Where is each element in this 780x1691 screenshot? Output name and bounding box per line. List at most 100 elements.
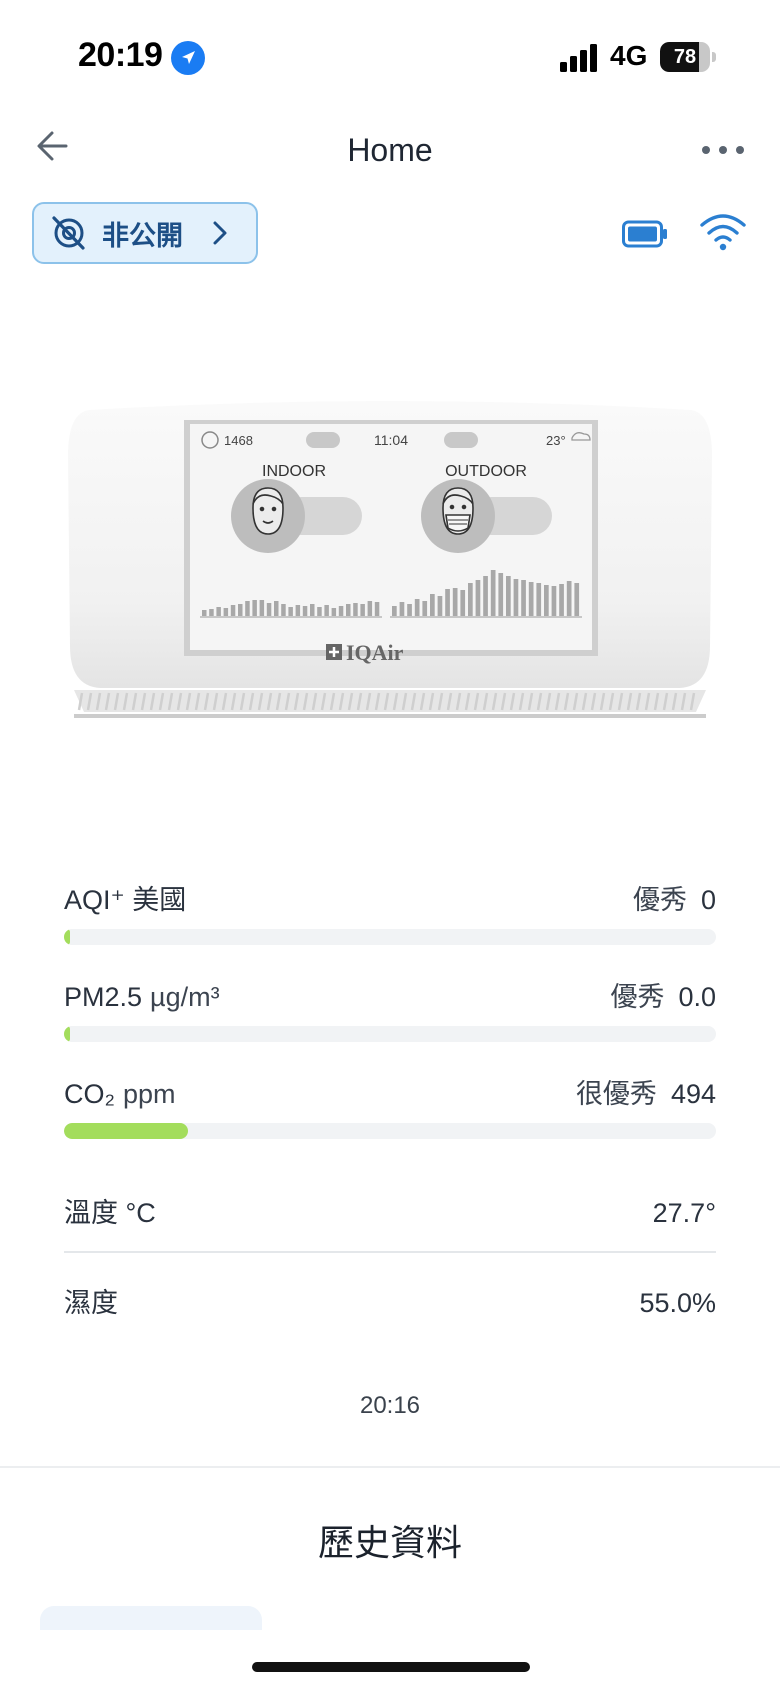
status-bar: 20:19 4G 78 — [0, 0, 780, 100]
last-updated-time: 20:16 — [359, 1392, 421, 1419]
device-battery-icon — [622, 220, 667, 248]
metric-level-fill — [64, 1026, 70, 1042]
divider — [64, 1251, 716, 1253]
humidity-value: 55.0% — [639, 1288, 716, 1318]
device-chart-bar — [551, 586, 557, 616]
device-chart-bar — [338, 606, 344, 616]
history-tab-card[interactable] — [40, 1606, 262, 1630]
device-chart-bar — [216, 607, 221, 616]
cellular-signal-icon — [560, 44, 597, 72]
device-chart-bar — [209, 609, 214, 616]
metric-pm25: PM2.5 µg/m³ 優秀 0.0 — [64, 975, 716, 1042]
home-indicator[interactable] — [252, 1662, 530, 1672]
device-chart-bar — [202, 610, 207, 616]
location-arrow-icon — [171, 41, 205, 75]
device-chart-bar — [506, 576, 511, 616]
battery-level: 78 — [673, 46, 697, 68]
history-section-title: 歷史資料 — [317, 1522, 462, 1563]
device-chart-bar — [566, 581, 572, 616]
device-chart-bar — [452, 588, 458, 616]
device-chart-bar — [360, 604, 365, 616]
more-options-icon[interactable] — [700, 138, 746, 162]
device-chart-bar — [407, 604, 412, 616]
metric-status: 很優秀 — [575, 1079, 657, 1109]
metric-status: 優秀 — [632, 885, 687, 915]
metric-value: 494 — [670, 1079, 716, 1109]
device-temp: 23° — [546, 433, 566, 448]
phone-battery-icon: 78 — [660, 42, 716, 72]
metric-unit: µg/m³ — [150, 982, 220, 1012]
device-outdoor-label: OUTDOOR — [445, 463, 527, 480]
metric-name: PM2.5 — [64, 982, 143, 1012]
device-chart-bar — [521, 580, 526, 616]
device-chart-bar — [310, 604, 315, 616]
device-indoor-label: INDOOR — [262, 463, 326, 480]
device-chart-bar — [245, 601, 250, 616]
device-chart-bar — [392, 606, 397, 616]
page-title: Home — [347, 132, 433, 168]
privacy-status-button[interactable]: 非公開 — [32, 202, 258, 264]
metric-level-bar — [64, 1123, 716, 1139]
network-type: 4G — [610, 40, 648, 71]
device-chart-bar — [281, 604, 286, 616]
device-chart-bar — [445, 589, 450, 616]
metric-value: 0.0 — [678, 982, 716, 1012]
device-chart-bar — [430, 594, 435, 616]
device-chart-bar — [288, 607, 293, 616]
device-chart-bar — [468, 583, 473, 616]
brand-logo: IQAir — [346, 640, 404, 665]
device-chart-bar — [574, 583, 580, 616]
device-chart-bar — [544, 585, 549, 616]
metric-level-bar — [64, 1026, 716, 1042]
device-chart-bar — [460, 590, 466, 616]
metric-co2: CO₂ ppm 很優秀 494 — [64, 1072, 716, 1139]
metric-temperature: 溫度 °C 27.7° — [64, 1191, 716, 1230]
device-chart-bar — [528, 582, 534, 616]
device-chart-bar — [559, 584, 564, 616]
device-chart-bar — [324, 605, 329, 616]
device-chart-bar — [317, 607, 322, 616]
wifi-icon — [700, 214, 746, 251]
device-chart-bar — [475, 580, 481, 616]
device-chart-bar — [295, 605, 301, 616]
metric-level-fill — [64, 929, 70, 945]
device-chart-bar — [302, 606, 308, 616]
device-chart-bar — [274, 601, 279, 616]
device-chart-bar — [498, 573, 504, 616]
temperature-label: 溫度 °C — [64, 1198, 156, 1228]
device-chart-bar — [259, 600, 265, 616]
device-chart-bar — [437, 596, 443, 616]
device-chart-bar — [353, 603, 358, 616]
metric-value: 0 — [700, 885, 716, 915]
chevron-right-icon — [213, 221, 227, 245]
device-chart-bar — [483, 576, 488, 616]
air-monitor-device-image: 1468 11:04 23° INDOOR OUTDOOR IQAir — [68, 401, 712, 718]
metric-aqi: AQI⁺ 美國 優秀 0 — [64, 878, 716, 945]
metric-humidity: 濕度 55.0% — [64, 1281, 716, 1320]
status-time: 20:19 — [78, 36, 163, 74]
metric-level-fill — [64, 1123, 188, 1139]
device-chart-bar — [346, 604, 351, 616]
device-chart-bar — [490, 570, 496, 616]
indoor-face-icon — [252, 487, 284, 535]
device-chart-bar — [422, 601, 428, 616]
outdoor-masked-face-icon — [442, 487, 474, 535]
device-count: 1468 — [224, 433, 253, 448]
device-chart-bar — [399, 602, 405, 616]
device-chart-bar — [513, 579, 519, 616]
device-chart-bar — [252, 600, 257, 616]
device-chart-bar — [414, 599, 420, 616]
section-divider — [0, 1466, 780, 1468]
metric-level-bar — [64, 929, 716, 945]
hidden-visibility-icon — [52, 216, 85, 250]
metric-name: CO₂ — [64, 1079, 115, 1109]
device-time: 11:04 — [374, 432, 408, 448]
device-chart-bar — [223, 608, 229, 616]
humidity-label: 濕度 — [64, 1288, 118, 1318]
metric-name: AQI⁺ 美國 — [64, 885, 187, 915]
device-chart-bar — [230, 605, 236, 616]
temperature-value: 27.7° — [652, 1198, 716, 1228]
device-chart-bar — [238, 604, 243, 616]
metric-status: 優秀 — [610, 982, 665, 1012]
device-chart-bar — [367, 601, 373, 616]
